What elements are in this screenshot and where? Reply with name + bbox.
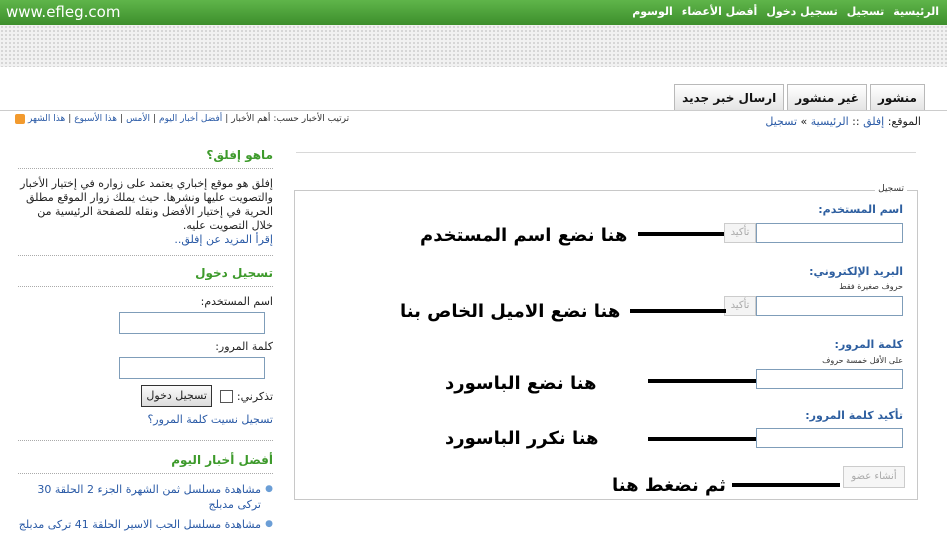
reg-email-hint: حروف صغيرة فقط [839,282,903,291]
nav-login[interactable]: تسجيل دخول [766,5,837,18]
annotation-password: هنا نضع الباسورد [445,373,597,394]
login-username-input[interactable] [119,312,265,334]
annotation-arrow [648,437,756,441]
reg-confirm-label: تأكيد كلمة المرور: [805,409,903,422]
list-item[interactable]: مشاهدة مسلسل الحب الاسير الحلقة 41 تركى … [18,517,273,532]
login-links[interactable]: تسجيل نسيت كلمة المرور؟ [18,413,273,426]
tabs-divider [0,110,947,111]
annotation-arrow [732,483,840,487]
sort-label: ترتيب الأخبار حسب: [273,114,350,124]
remember-checkbox[interactable] [219,389,233,403]
reg-email-check-button[interactable]: تأكيد [724,296,756,316]
site-url[interactable]: www.efleg.com [6,3,120,21]
reg-password-hint: على الأقل خمسة حروف [822,356,903,365]
rss-icon[interactable] [15,114,25,124]
annotation-arrow [630,309,726,313]
login-row: تذكرني: تسجيل دخول [18,385,273,407]
reg-confirm-input[interactable] [756,428,903,448]
content-divider [296,152,916,153]
reg-username-check-button[interactable]: تأكيد [724,223,756,243]
reg-password-label: كلمة المرور: [834,338,903,351]
login-username-label: اسم المستخدم: [200,295,273,308]
about-title: ماهو إفلق؟ [18,148,273,169]
annotation-username: هنا نضع اسم المستخدم [420,225,628,246]
best-today-title: أفضل أخبار اليوم [18,453,273,474]
login-password-label: كلمة المرور: [215,340,273,353]
register-legend: تسجيل [875,184,907,194]
sidebar: ماهو إفلق؟ إفلق هو موقع إخباري يعتمد على… [18,148,273,537]
breadcrumb: الموقع: إفلق :: الرئيسية » تسجيل [765,115,921,128]
sort-week[interactable]: هذا الأسبوع [74,114,117,124]
about-more-link[interactable]: إقرأ المزيد عن إفلق.. [174,233,273,246]
top-nav: الرئيسية تسجيل تسجيل دخول أفضل الأعضاء ا… [632,5,939,18]
breadcrumb-sep: » [800,115,808,128]
list-item[interactable]: مشاهدة مسلسل ثمن الشهرة الجزء 2 الحلقة 3… [18,482,273,512]
reg-email-label: البريد الإلكتروني: [809,265,903,278]
breadcrumb-site[interactable]: إفلق [863,115,884,128]
nav-tags[interactable]: الوسوم [632,5,673,18]
annotation-arrow [638,232,724,236]
tabs: منشور غير منشور ارسال خبر جديد [674,84,925,110]
breadcrumb-sep: :: [852,115,860,128]
tab-unpublished[interactable]: غير منشور [787,84,868,110]
nav-register[interactable]: تسجيل [847,5,885,18]
reg-password-input[interactable] [756,369,903,389]
login-password-input[interactable] [119,357,265,379]
remember-label: تذكرني: [236,389,273,403]
create-account-button[interactable]: أنشاء عضو [843,466,905,488]
login-button[interactable]: تسجيل دخول [141,385,212,407]
nav-top-members[interactable]: أفضل الأعضاء [682,5,758,18]
breadcrumb-current[interactable]: تسجيل [765,115,797,128]
reg-username-label: اسم المستخدم: [818,203,903,216]
sort-row: ترتيب الأخبار حسب: أهم الأخبار | أفضل أخ… [12,114,349,124]
sort-month[interactable]: هذا الشهر [28,114,65,124]
reg-username-input[interactable] [756,223,903,243]
login-title: تسجيل دخول [18,266,273,287]
header-band [0,25,947,67]
tab-submit-news[interactable]: ارسال خبر جديد [674,84,785,110]
about-text: إفلق هو موقع إخباري يعتمد على زواره في إ… [20,177,273,232]
tab-published[interactable]: منشور [870,84,925,110]
sort-top: أهم الأخبار [231,114,271,124]
annotation-email: هنا نضع الاميل الخاص بنا [400,301,621,322]
annotation-confirm: هنا نكرر الباسورد [445,428,599,449]
annotation-arrow [648,379,756,383]
breadcrumb-home[interactable]: الرئيسية [811,115,849,128]
top-bar: www.efleg.com الرئيسية تسجيل تسجيل دخول … [0,0,947,25]
reg-email-input[interactable] [756,296,903,316]
annotation-submit: ثم نضغط هنا [612,475,726,496]
sort-today[interactable]: أفضل أخبار اليوم [159,114,222,124]
nav-home[interactable]: الرئيسية [893,5,939,18]
sort-yesterday[interactable]: الأمس [126,114,150,124]
breadcrumb-prefix: الموقع: [887,115,921,128]
